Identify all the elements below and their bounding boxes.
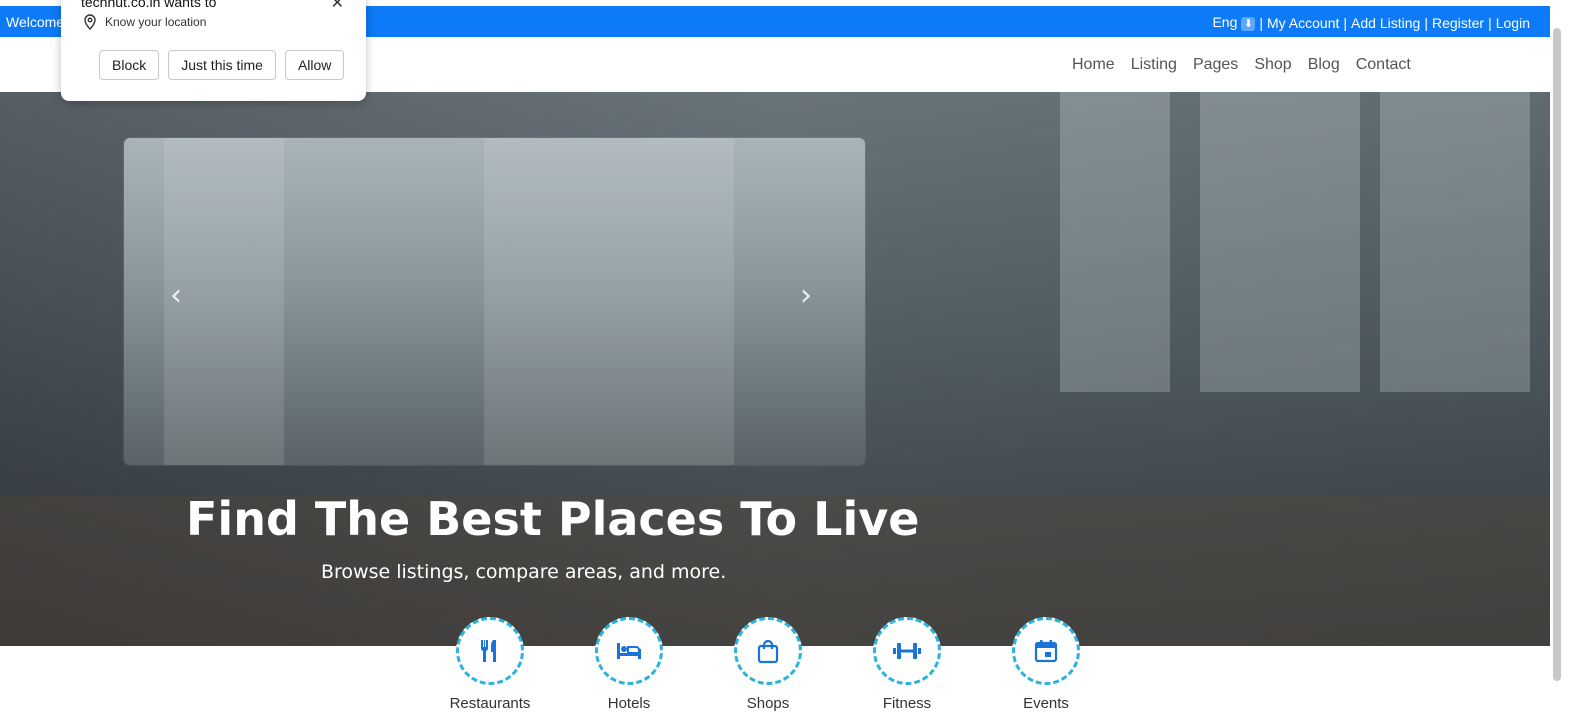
category-restaurants[interactable]: Restaurants <box>430 617 550 712</box>
nav-blog[interactable]: Blog <box>1308 56 1340 74</box>
category-fitness[interactable]: Fitness <box>847 617 967 712</box>
separator: | <box>1424 14 1428 31</box>
category-icon-circle <box>873 617 941 685</box>
location-request-text: Know your location <box>105 15 207 29</box>
popup-buttons: Block Just this time Allow <box>99 50 345 80</box>
category-label: Events <box>1023 695 1069 712</box>
add-listing-link[interactable]: Add Listing <box>1351 15 1420 31</box>
hero-title: Find The Best Places To Live <box>186 492 920 546</box>
category-label: Restaurants <box>449 695 531 712</box>
location-request: Know your location <box>83 14 206 30</box>
category-hotels[interactable]: Hotels <box>569 617 689 712</box>
download-icon: ⬇ <box>1241 17 1256 31</box>
bed-icon <box>617 643 641 659</box>
category-label: Shops <box>746 695 790 712</box>
separator: | <box>1343 14 1348 31</box>
carousel-image-pane <box>484 138 734 465</box>
separator: | <box>1259 14 1264 31</box>
category-shops[interactable]: Shops <box>708 617 828 712</box>
background-window <box>1060 92 1170 392</box>
nav-links: Home Listing Pages Shop Blog Contact <box>1072 56 1411 74</box>
allow-button[interactable]: Allow <box>284 50 345 80</box>
nav-contact[interactable]: Contact <box>1356 56 1411 74</box>
language-selector[interactable]: Eng ⬇ <box>1212 14 1256 31</box>
background-window <box>1200 92 1360 392</box>
carousel-image-pane <box>164 138 284 465</box>
separator: | <box>1488 14 1492 31</box>
location-permission-popup: technut.co.in wants to ✕ Know your locat… <box>61 0 366 101</box>
category-icon-circle <box>595 617 663 685</box>
login-link[interactable]: Login <box>1496 15 1530 31</box>
category-icon-circle <box>734 617 802 685</box>
chevron-left-icon[interactable]: ‹ <box>170 278 182 313</box>
chevron-right-icon[interactable]: › <box>800 278 812 313</box>
popup-title: technut.co.in wants to <box>81 0 217 10</box>
category-label: Hotels <box>607 695 651 712</box>
scrollbar-thumb[interactable] <box>1553 28 1561 681</box>
calendar-icon <box>1034 640 1058 663</box>
top-bar-links: Eng ⬇ | My Account | Add Listing | Regist… <box>1212 14 1530 31</box>
hero-subtitle: Browse listings, compare areas, and more… <box>321 561 727 583</box>
category-label: Fitness <box>882 695 932 712</box>
register-link[interactable]: Register <box>1432 15 1484 31</box>
block-button[interactable]: Block <box>99 50 160 80</box>
welcome-text: Welcome <box>6 14 65 30</box>
nav-home[interactable]: Home <box>1072 56 1115 74</box>
utensils-icon <box>480 640 496 662</box>
shopping-bag-icon <box>757 639 779 664</box>
page-scrollbar[interactable] <box>1550 0 1580 720</box>
my-account-link[interactable]: My Account <box>1267 15 1339 31</box>
category-icon-circle <box>456 617 524 685</box>
hero-banner: ‹ › Find The Best Places To Live Browse … <box>0 92 1550 646</box>
just-this-time-button[interactable]: Just this time <box>168 50 276 80</box>
background-window <box>1380 92 1530 392</box>
category-icon-circle <box>1012 617 1080 685</box>
close-icon[interactable]: ✕ <box>331 0 344 13</box>
category-events[interactable]: Events <box>986 617 1106 712</box>
nav-pages[interactable]: Pages <box>1193 56 1238 74</box>
nav-shop[interactable]: Shop <box>1254 56 1291 74</box>
location-pin-icon <box>84 14 96 30</box>
image-carousel: ‹ › <box>124 138 865 465</box>
nav-listing[interactable]: Listing <box>1131 56 1177 74</box>
dumbbell-icon <box>893 643 921 659</box>
